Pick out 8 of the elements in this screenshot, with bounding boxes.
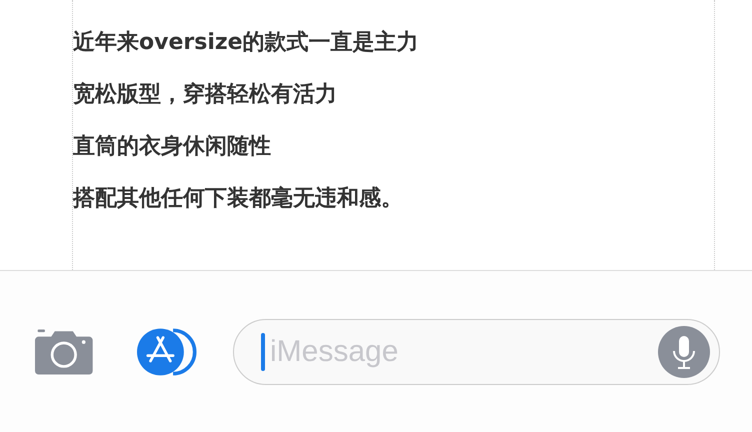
microphone-icon[interactable] xyxy=(658,326,710,378)
text-cursor xyxy=(261,332,265,370)
article-line: 近年来oversize的款式一直是主力 xyxy=(73,30,420,55)
app-store-icon[interactable] xyxy=(136,326,198,378)
article-line: 搭配其他任何下装都毫无违和感。 xyxy=(73,186,404,211)
article-line: 宽松版型，穿搭轻松有活力 xyxy=(73,82,338,107)
camera-icon[interactable] xyxy=(35,326,93,376)
article-line: 直筒的衣身休闲随性 xyxy=(73,134,272,159)
